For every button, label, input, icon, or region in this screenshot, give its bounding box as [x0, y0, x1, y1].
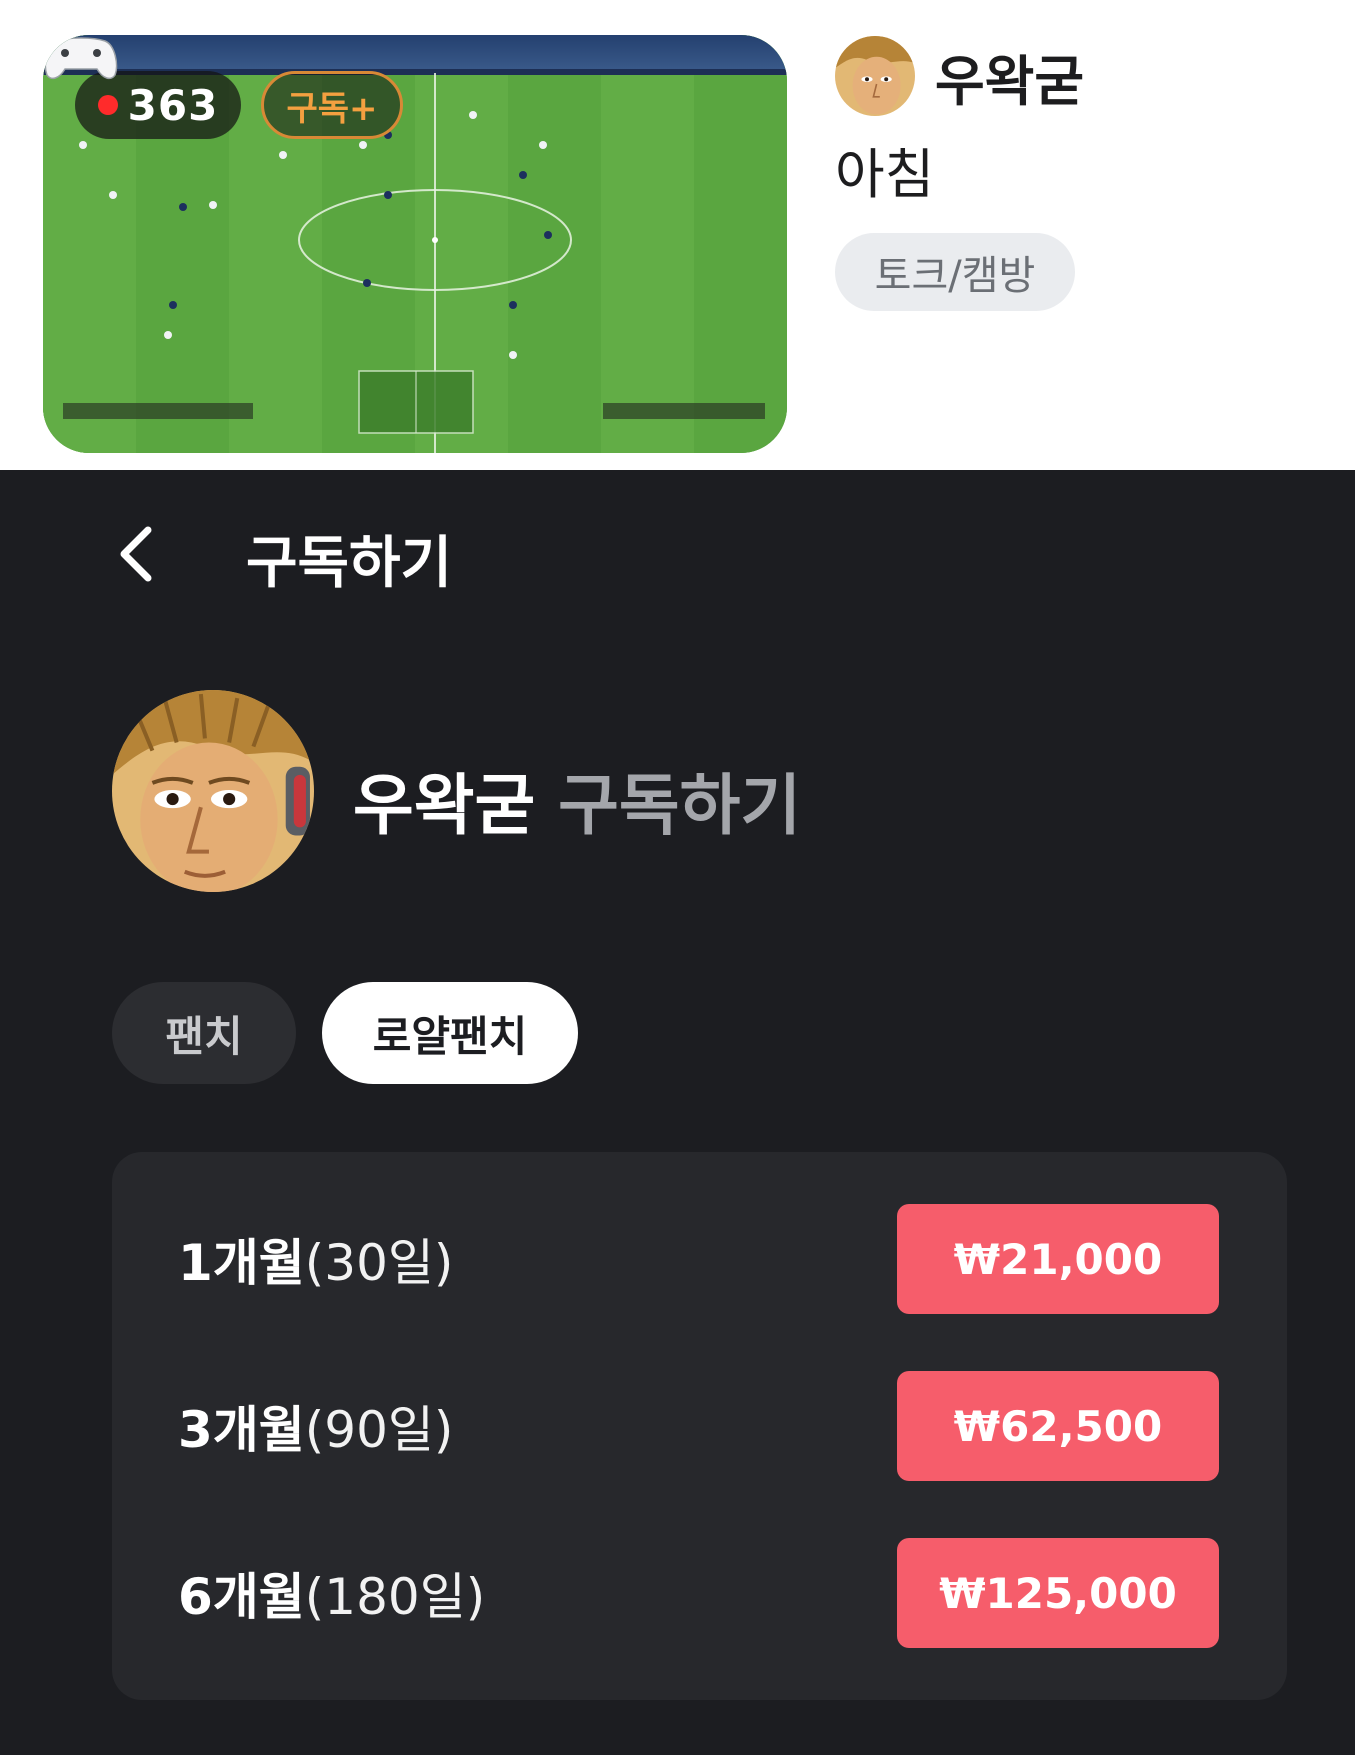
plan-months: 3개월 [178, 1401, 305, 1459]
subscribe-plus-badge: 구독+ [261, 71, 403, 139]
plan-days: (90일) [304, 1401, 454, 1459]
plan-duration: 6개월 (180일) [178, 1538, 485, 1648]
streamer-avatar[interactable] [835, 36, 915, 116]
plan-row-6-months: 6개월 (180일) ₩125,000 [112, 1538, 1287, 1648]
tab-fanchi[interactable]: 팬치 [112, 982, 296, 1084]
plan-days: (180일) [304, 1568, 486, 1626]
price-button-1-month[interactable]: ₩21,000 [897, 1204, 1219, 1314]
plan-months: 1개월 [178, 1234, 305, 1292]
plan-months: 6개월 [178, 1568, 305, 1626]
subscribe-action-label: 구독하기 [558, 767, 802, 844]
page-title: 구독하기 [246, 531, 453, 596]
live-dot-icon [97, 95, 118, 115]
subscribe-panel: 구독하기 우왁굳 구독하기 팬치 로얄팬치 1개월 (30일) ₩21,000 … [0, 470, 1355, 1755]
plan-list: 1개월 (30일) ₩21,000 3개월 (90일) ₩62,500 6개월 (18… [112, 1152, 1287, 1700]
viewer-count: 363 [127, 80, 219, 130]
price-button-3-months[interactable]: ₩62,500 [897, 1371, 1219, 1481]
avatar-face-icon [835, 36, 915, 116]
back-chevron-icon[interactable] [110, 522, 166, 586]
plan-duration: 3개월 (90일) [178, 1371, 453, 1481]
subscribe-streamer-name: 우왁굳 [353, 767, 536, 844]
plan-duration: 1개월 (30일) [178, 1204, 453, 1314]
stream-title: 아침 [835, 143, 935, 206]
plan-days: (30일) [304, 1234, 454, 1292]
subscribe-heading: 우왁굳 구독하기 [353, 752, 801, 848]
subscribe-plus-label: 구독+ [286, 88, 378, 129]
stream-thumbnail[interactable]: 363 구독+ [43, 35, 787, 453]
streamer-name: 우왁굳 [935, 49, 1085, 113]
avatar-face-icon [112, 690, 314, 892]
price-button-6-months[interactable]: ₩125,000 [897, 1538, 1219, 1648]
streamer-avatar-large [112, 690, 314, 892]
tab-royal-fanchi[interactable]: 로얄팬치 [322, 982, 578, 1084]
live-viewer-badge: 363 [75, 71, 241, 139]
streamer-info[interactable]: 우왁굳 [835, 36, 1084, 116]
category-tag[interactable]: 토크/캠방 [835, 233, 1075, 311]
plan-row-1-month: 1개월 (30일) ₩21,000 [112, 1204, 1287, 1314]
stream-card[interactable]: 363 구독+ 우왁굳 아침 토크/캠방 [0, 0, 1355, 470]
gamepad-icon [44, 37, 118, 80]
plan-row-3-months: 3개월 (90일) ₩62,500 [112, 1371, 1287, 1481]
